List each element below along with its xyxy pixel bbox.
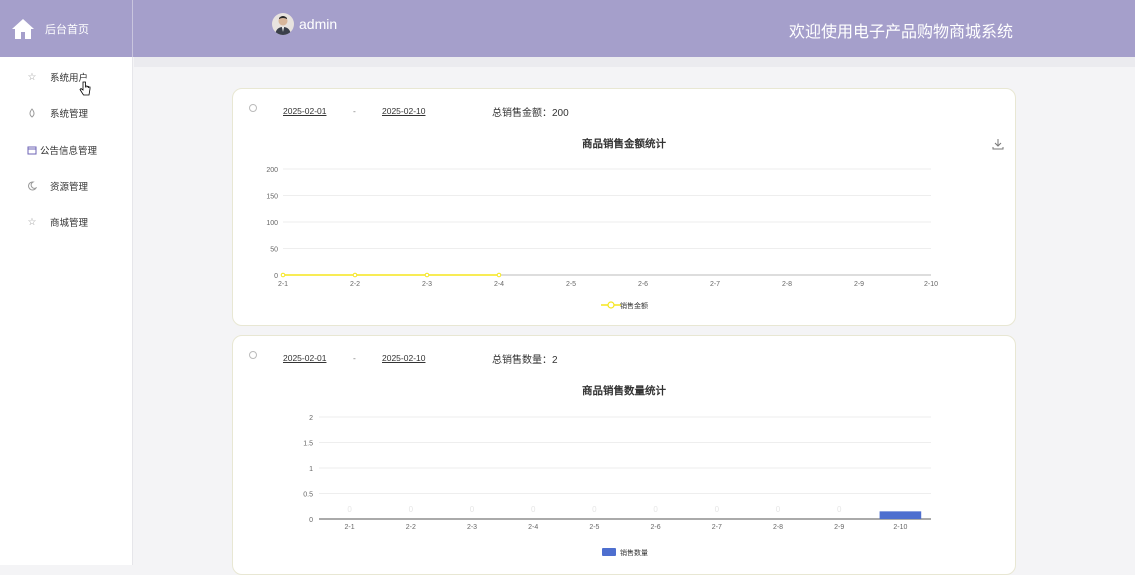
x-tick-label: 2-2 (406, 524, 416, 531)
home-label: 后台首页 (45, 23, 89, 36)
y-tick-label: 200 (266, 167, 278, 174)
y-tick-label: 0.5 (303, 492, 313, 499)
x-tick-label: 2-4 (494, 281, 504, 288)
x-tick-label: 2-7 (712, 524, 722, 531)
data-label: 0 (653, 505, 658, 514)
y-tick-label: 2 (309, 415, 313, 422)
sidebar-item-system-management[interactable]: 系统管理 (26, 103, 88, 123)
x-tick-label: 2-6 (638, 281, 648, 288)
x-tick-label: 2-10 (924, 281, 938, 288)
star-icon: ☆ (27, 216, 37, 228)
legend-marker (607, 301, 615, 309)
data-label: 0 (837, 505, 842, 514)
sidebar-item-label: 资源管理 (50, 182, 89, 193)
archive-icon (26, 144, 38, 156)
legend-swatch (602, 548, 616, 556)
y-tick-label: 0 (274, 273, 278, 280)
data-label: 0 (776, 505, 781, 514)
x-tick-label: 2-9 (834, 524, 844, 531)
x-tick-label: 2-8 (773, 524, 783, 531)
x-tick-label: 2-5 (566, 281, 576, 288)
sidebar-item-label: 公告信息管理 (40, 146, 98, 157)
y-tick-label: 0 (309, 517, 313, 524)
sidebar-item-label: 商城管理 (50, 218, 89, 229)
sidebar: ☆ 系统用户 系统管理 公告信息管理 资源管理 ☆ 商城管理 (0, 57, 133, 565)
y-tick-label: 1.5 (303, 441, 313, 448)
home-link[interactable]: 后台首页 (0, 0, 133, 57)
user-menu[interactable]: admin (272, 13, 337, 35)
data-point (280, 272, 286, 278)
hand-cursor-icon (79, 81, 91, 96)
sales-amount-chart: 0 50 100 150 200 2-1 2-2 2-3 2-4 2-5 2-6 2-7 2-8 2-9 2… (266, 167, 938, 310)
sidebar-item-announcements[interactable]: 公告信息管理 (26, 140, 97, 160)
legend-label: 销售金额 (620, 301, 648, 310)
data-label: 0 (715, 505, 720, 514)
x-tick-label: 2-4 (528, 524, 538, 531)
x-tick-label: 2-1 (345, 524, 355, 531)
x-tick-label: 2-3 (422, 281, 432, 288)
x-tick-label: 2-6 (651, 524, 661, 531)
data-point (424, 272, 430, 278)
sidebar-item-resources[interactable]: 资源管理 (26, 176, 88, 196)
x-tick-label: 2-2 (350, 281, 360, 288)
sales-quantity-chart: 00.511.522-102-202-302-402-502-602-702-8… (303, 415, 931, 557)
top-bar: 后台首页 admin 欢迎使用电子产品购物商城系统 (0, 0, 1135, 57)
avatar (272, 13, 294, 35)
x-tick-label: 2-1 (278, 281, 288, 288)
x-tick-label: 2-10 (893, 524, 907, 531)
sidebar-item-label: 系统管理 (50, 109, 89, 120)
username: admin (299, 16, 338, 32)
y-tick-label: 150 (266, 194, 278, 201)
data-label: 0 (470, 505, 475, 514)
data-label: 0 (592, 505, 597, 514)
x-tick-label: 2-7 (710, 281, 720, 288)
moon-icon (26, 180, 38, 192)
drop-icon (26, 107, 38, 119)
welcome-title: 欢迎使用电子产品购物商城系统 (788, 24, 1013, 41)
y-tick-label: 100 (266, 220, 278, 227)
home-icon (12, 18, 34, 39)
sales-amount-card: 2025-02-01 - 2025-02-10 总销售金额：200 商品销售金额… (232, 88, 1016, 326)
data-label: 0 (347, 505, 352, 514)
data-label: 0 (531, 505, 536, 514)
sales-quantity-card: 2025-02-01 - 2025-02-10 总销售数量：2 商品销售数量统计… (232, 335, 1016, 575)
y-tick-label: 50 (270, 247, 278, 254)
data-point (496, 272, 502, 278)
x-tick-label: 2-8 (782, 281, 792, 288)
x-tick-label: 2-9 (854, 281, 864, 288)
y-tick-label: 1 (309, 466, 313, 473)
sidebar-item-mall-management[interactable]: ☆ 商城管理 (26, 212, 89, 232)
x-tick-label: 2-5 (589, 524, 599, 531)
content-top-strip (134, 57, 1135, 67)
data-label: 0 (409, 505, 414, 514)
data-point (352, 272, 358, 278)
star-icon: ☆ (27, 71, 37, 83)
legend-label: 销售数量 (620, 548, 648, 557)
bar (879, 511, 922, 519)
x-tick-label: 2-3 (467, 524, 477, 531)
